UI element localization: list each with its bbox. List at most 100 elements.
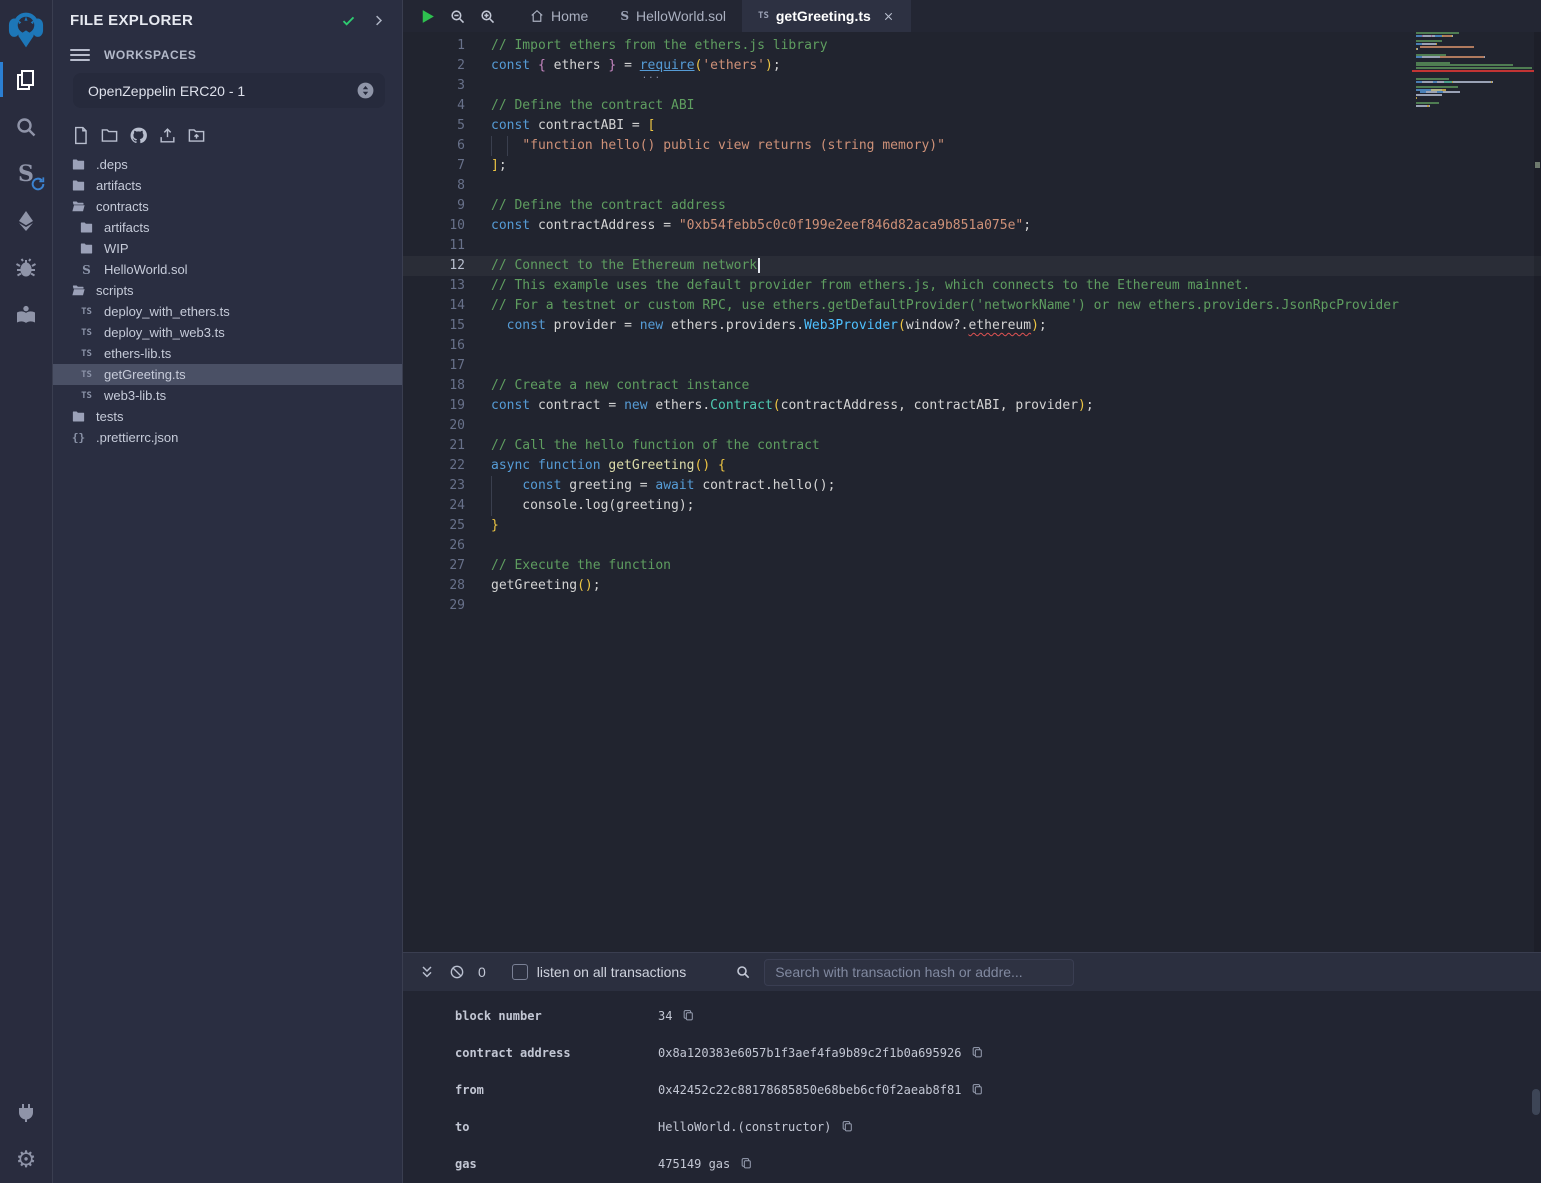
copy-icon[interactable]: [971, 1083, 984, 1096]
file-tree-item[interactable]: TSdeploy_with_web3.ts: [53, 322, 402, 343]
code-line[interactable]: 2const { ethers } = require('ethers');: [403, 56, 1541, 76]
file-tree-item[interactable]: artifacts: [53, 217, 402, 238]
upload-file-icon[interactable]: [157, 125, 178, 146]
close-tab-icon[interactable]: [882, 10, 895, 23]
load-folder-icon[interactable]: [186, 125, 207, 146]
learn-icon[interactable]: [0, 291, 53, 338]
new-file-icon[interactable]: [70, 125, 91, 146]
deploy-run-icon[interactable]: [0, 197, 53, 244]
listen-all-transactions-checkbox[interactable]: [512, 964, 528, 980]
zoom-out-button[interactable]: [442, 0, 472, 32]
code-token: contractAddress, contractABI, provider: [781, 398, 1078, 413]
code-line[interactable]: 16: [403, 336, 1541, 356]
new-folder-icon[interactable]: [99, 125, 120, 146]
code-line[interactable]: 29: [403, 596, 1541, 616]
minimap-line: [1416, 91, 1460, 93]
workspace-select[interactable]: OpenZeppelin ERC20 - 1: [73, 73, 385, 108]
code-line[interactable]: 15 const provider = new ethers.providers…: [403, 316, 1541, 336]
workspace-ok-check-icon[interactable]: [338, 10, 358, 30]
terminal-header: 0 listen on all transactions: [403, 953, 1541, 991]
code-line[interactable]: 10const contractAddress = "0xb54febb5c0c…: [403, 216, 1541, 236]
editor-scroll-marker[interactable]: [1535, 162, 1540, 168]
clear-console-icon[interactable]: [446, 964, 468, 980]
file-tree-item[interactable]: contracts: [53, 196, 402, 217]
code-line[interactable]: 25}: [403, 516, 1541, 536]
code-line[interactable]: 27// Execute the function: [403, 556, 1541, 576]
remix-logo[interactable]: [0, 2, 53, 56]
workspaces-menu-icon[interactable]: [70, 49, 90, 61]
file-tree-item[interactable]: scripts: [53, 280, 402, 301]
minimap-segment: [1453, 81, 1491, 83]
minimap-line: [1416, 102, 1439, 104]
code-line[interactable]: 23 const greeting = await contract.hello…: [403, 476, 1541, 496]
code-token: "0xb54febb5c0c0f199e2eef846d82aca9b851a0…: [679, 218, 1023, 233]
file-tree-item[interactable]: TSgetGreeting.ts: [53, 364, 402, 385]
zoom-in-button[interactable]: [472, 0, 502, 32]
listen-all-transactions-label: listen on all transactions: [537, 964, 686, 980]
file-explorer-icon[interactable]: [0, 56, 53, 103]
file-tree-item[interactable]: TSethers-lib.ts: [53, 343, 402, 364]
line-content: }: [491, 516, 499, 536]
code-line[interactable]: 22async function getGreeting() {: [403, 456, 1541, 476]
terminal-output: block number34contract address0x8a120383…: [403, 991, 1541, 1183]
code-line[interactable]: 28getGreeting();: [403, 576, 1541, 596]
minimap[interactable]: [1412, 32, 1534, 142]
code-line[interactable]: 6 "function hello() public view returns …: [403, 136, 1541, 156]
minimap-line: [1416, 46, 1474, 48]
minimap-line: [1416, 89, 1446, 91]
code-line[interactable]: 21// Call the hello function of the cont…: [403, 436, 1541, 456]
code-line[interactable]: 4// Define the contract ABI: [403, 96, 1541, 116]
copy-icon[interactable]: [740, 1157, 753, 1170]
line-number: 7: [403, 156, 465, 176]
code-line[interactable]: 12// Connect to the Ethereum network: [403, 256, 1541, 276]
code-line[interactable]: 7];: [403, 156, 1541, 176]
code-line[interactable]: 17: [403, 356, 1541, 376]
plugin-manager-icon[interactable]: [0, 1089, 53, 1136]
code-token: Web3Provider: [804, 318, 898, 333]
code-line[interactable]: 19const contract = new ethers.Contract(c…: [403, 396, 1541, 416]
minimap-segment: [1416, 94, 1442, 96]
code-token: getGreeting: [608, 458, 694, 473]
tab-helloworld-sol[interactable]: SHelloWorld.sol: [604, 0, 742, 32]
collapse-panel-chevron-icon[interactable]: [368, 10, 388, 30]
code-line[interactable]: 20: [403, 416, 1541, 436]
solidity-compiler-icon[interactable]: S: [0, 150, 53, 197]
minimap-segment: [1420, 46, 1474, 48]
tab-home[interactable]: Home: [514, 0, 604, 32]
code-line[interactable]: 1// Import ethers from the ethers.js lib…: [403, 36, 1541, 56]
transaction-search-input[interactable]: [764, 959, 1074, 986]
code-editor[interactable]: 1// Import ethers from the ethers.js lib…: [403, 32, 1541, 952]
terminal-expand-icon[interactable]: [416, 964, 438, 980]
file-tree-item[interactable]: tests: [53, 406, 402, 427]
search-icon[interactable]: [0, 103, 53, 150]
file-tree-item[interactable]: TSweb3-lib.ts: [53, 385, 402, 406]
copy-icon[interactable]: [841, 1120, 854, 1133]
settings-icon[interactable]: ⚙: [0, 1136, 53, 1183]
terminal-scrollbar[interactable]: [1532, 1089, 1540, 1115]
code-line[interactable]: 26: [403, 536, 1541, 556]
copy-icon[interactable]: [971, 1046, 984, 1059]
file-tree-item[interactable]: {}.prettierrc.json: [53, 427, 402, 448]
copy-icon[interactable]: [682, 1009, 695, 1022]
code-line[interactable]: 5const contractABI = [: [403, 116, 1541, 136]
file-tree-item[interactable]: WIP: [53, 238, 402, 259]
code-line[interactable]: 3: [403, 76, 1541, 96]
file-tree-item[interactable]: artifacts: [53, 175, 402, 196]
run-button[interactable]: [412, 0, 442, 32]
code-line[interactable]: 13// This example uses the default provi…: [403, 276, 1541, 296]
ts-file-icon: TS: [758, 11, 769, 21]
code-line[interactable]: 9// Define the contract address: [403, 196, 1541, 216]
code-token: ethers.: [655, 398, 710, 413]
line-content: const greeting = await contract.hello();: [491, 476, 835, 496]
code-line[interactable]: 18// Create a new contract instance: [403, 376, 1541, 396]
code-line[interactable]: 8: [403, 176, 1541, 196]
tab-getgreeting-ts[interactable]: TSgetGreeting.ts: [742, 0, 911, 32]
github-icon[interactable]: [128, 125, 149, 146]
code-line[interactable]: 14// For a testnet or custom RPC, use et…: [403, 296, 1541, 316]
file-tree-item[interactable]: SHelloWorld.sol: [53, 259, 402, 280]
file-tree-item[interactable]: .deps: [53, 154, 402, 175]
code-line[interactable]: 11: [403, 236, 1541, 256]
debugger-icon[interactable]: [0, 244, 53, 291]
code-line[interactable]: 24 console.log(greeting);: [403, 496, 1541, 516]
file-tree-item[interactable]: TSdeploy_with_ethers.ts: [53, 301, 402, 322]
